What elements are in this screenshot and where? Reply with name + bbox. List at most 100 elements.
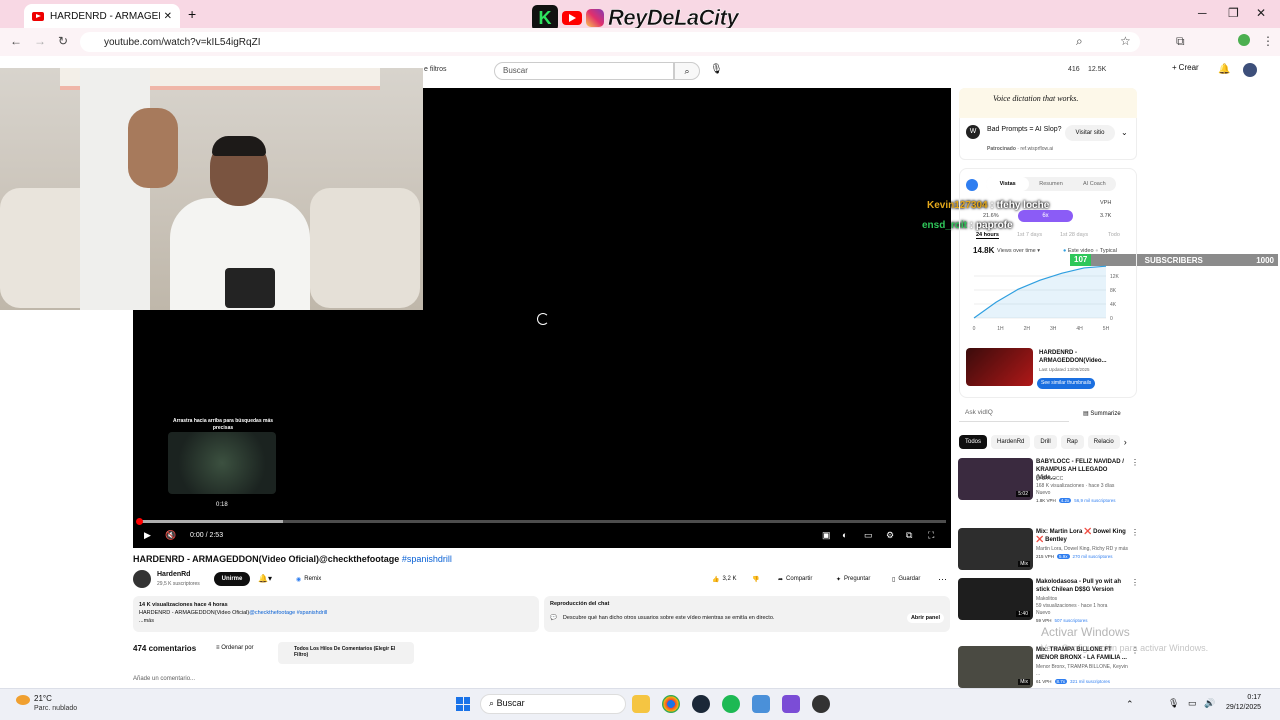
open-panel-button[interactable]: Abrir panel xyxy=(906,613,944,623)
settings-gear-icon[interactable]: ⚙ xyxy=(886,530,894,541)
rec-more-icon[interactable]: ⋮ xyxy=(1131,458,1139,467)
chip-todos[interactable]: Todos xyxy=(959,435,988,449)
autoplay-toggle-icon[interactable]: ◐ xyxy=(842,530,847,540)
bookmark-star-icon[interactable]: ☆ xyxy=(1120,34,1131,48)
file-explorer-icon[interactable] xyxy=(632,695,650,713)
maximize-icon[interactable]: ❐ xyxy=(1228,6,1239,20)
loading-spinner-icon xyxy=(537,313,549,325)
similar-thumbnails-button[interactable]: See similar thumbnails xyxy=(1037,378,1096,389)
chevron-down-icon[interactable]: ⌄ xyxy=(1121,128,1128,137)
play-icon[interactable]: ▶ xyxy=(144,530,151,541)
tab-resumen[interactable]: Resumen xyxy=(1029,177,1072,191)
url-field[interactable]: youtube.com/watch?v=kIL54igRqZI xyxy=(80,32,1140,52)
profile-avatar[interactable] xyxy=(1238,34,1250,46)
notifications-bell-icon[interactable]: 🔔 xyxy=(1218,64,1230,75)
miniplayer-icon[interactable]: ⧉ xyxy=(906,530,912,541)
ask-button[interactable]: ✦ Preguntar xyxy=(830,572,876,586)
progress-scrubber-knob[interactable] xyxy=(136,518,143,525)
chip-drill[interactable]: Drill xyxy=(1034,435,1057,449)
rec-thumbnail[interactable]: Mix xyxy=(958,646,1033,688)
save-button[interactable]: ▯ Guardar xyxy=(886,572,926,586)
vpn-app-icon[interactable] xyxy=(782,695,800,713)
start-windows-icon[interactable] xyxy=(456,697,470,711)
zoom-icon[interactable]: ⌕ xyxy=(1076,34,1083,49)
related-thumbnail[interactable] xyxy=(966,348,1033,386)
create-button[interactable]: + Crear xyxy=(1172,63,1199,72)
browser-tab[interactable]: HARDENRD - ARMAGEDDON(Vi ✕ xyxy=(24,4,180,28)
header-stat-a: 416 xyxy=(1068,66,1080,73)
reload-icon[interactable]: ↻ xyxy=(58,34,68,48)
channel-avatar[interactable] xyxy=(133,570,151,588)
close-tab-icon[interactable]: ✕ xyxy=(164,11,172,22)
like-button[interactable]: 👍 3,2 K xyxy=(706,572,743,586)
back-icon[interactable]: ← xyxy=(10,34,22,48)
join-button[interactable]: Unirme xyxy=(214,572,250,586)
tab-vistas[interactable]: Vistas xyxy=(986,177,1030,191)
mic-icon[interactable]: 🎙 xyxy=(710,64,723,75)
rec-title[interactable]: Makolodasosa - Pull yo wit ah stick Chil… xyxy=(1036,578,1128,594)
filters-label[interactable]: e filtros xyxy=(424,66,447,73)
progress-bar[interactable] xyxy=(138,520,946,523)
share-button[interactable]: ➦ Compartir xyxy=(772,572,818,586)
add-comment-input[interactable]: Añade un comentario... xyxy=(133,676,195,682)
chips-next-icon[interactable]: › xyxy=(1124,435,1127,449)
chip-hardenrd[interactable]: HardenRd xyxy=(991,435,1031,449)
rec-more-icon[interactable]: ⋮ xyxy=(1131,578,1139,587)
chip-rap[interactable]: Rap xyxy=(1060,435,1084,449)
taskbar-clock[interactable]: 0:17 29/12/2025 xyxy=(1226,693,1261,713)
menu-dots-icon[interactable]: ⋮ xyxy=(1262,34,1274,48)
volume-icon[interactable]: 🔊 xyxy=(1204,698,1215,709)
dislike-button[interactable]: 👎 xyxy=(746,572,765,586)
description-link[interactable]: @checkthefootage #spanishdrill xyxy=(249,610,327,616)
search-icon: ⌕ xyxy=(684,66,690,76)
visit-site-button[interactable]: Visitar sitio xyxy=(1065,125,1115,141)
ad-banner[interactable]: Voice dictation that works. xyxy=(959,88,1137,118)
video-hashtag[interactable]: #spanishdrill xyxy=(402,554,452,564)
mute-icon[interactable]: 🔇 xyxy=(165,530,176,541)
views-over-time-select[interactable]: Views over time ▾ xyxy=(997,248,1040,254)
search-button[interactable]: ⌕ xyxy=(674,62,700,80)
remix-button[interactable]: ◉ Remix xyxy=(290,572,327,586)
minimize-icon[interactable]: ─ xyxy=(1198,6,1207,20)
period-24h[interactable]: 24 hours xyxy=(976,232,999,239)
vidiq-player-icon[interactable]: ▣ xyxy=(822,530,831,541)
account-avatar[interactable] xyxy=(1243,63,1257,77)
extensions-icon[interactable]: ⧉ xyxy=(1176,34,1185,49)
taskbar-search[interactable]: ⌕ Buscar xyxy=(480,694,626,714)
rec-thumbnail[interactable]: 5:02 xyxy=(958,458,1033,500)
show-more-link[interactable]: ...más xyxy=(139,617,533,625)
chip-relacionados[interactable]: Relacio xyxy=(1087,435,1120,449)
notification-bell-icon[interactable]: 🔔▾ xyxy=(258,574,272,583)
search-input[interactable]: Buscar xyxy=(494,62,674,80)
rec-more-icon[interactable]: ⋮ xyxy=(1131,528,1139,537)
obs-icon[interactable] xyxy=(812,695,830,713)
weather-icon[interactable] xyxy=(16,695,30,705)
rec-thumbnail[interactable]: Mix xyxy=(958,528,1033,570)
fullscreen-icon[interactable]: ⛶ xyxy=(928,530,934,541)
more-actions-icon[interactable]: ⋯ xyxy=(938,574,947,585)
channel-name[interactable]: HardenRd xyxy=(157,571,190,578)
spotify-icon[interactable] xyxy=(722,695,740,713)
rec-thumbnail[interactable]: 1:40 xyxy=(958,578,1033,620)
network-icon[interactable]: ▭ xyxy=(1188,698,1197,709)
description-box[interactable]: 14 K visualizaciones hace 4 horas HARDEN… xyxy=(133,596,539,632)
notepad-icon[interactable] xyxy=(752,695,770,713)
new-tab-icon[interactable]: + xyxy=(188,6,196,22)
chrome-icon[interactable] xyxy=(662,695,680,713)
forward-icon[interactable]: → xyxy=(34,34,46,48)
rec-title[interactable]: Mix: Martin Lora ❌ Dowel King ❌ Bentley xyxy=(1036,528,1128,544)
ask-vidiq-input[interactable]: Ask vidIQ xyxy=(959,406,1069,422)
period-7d[interactable]: 1st 7 days xyxy=(1017,232,1042,238)
tab-ai-coach[interactable]: AI Coach xyxy=(1073,177,1116,191)
subtitles-icon[interactable]: ▭ xyxy=(864,530,873,541)
comment-filter-select[interactable]: Todos Los Hilos De Comentarios (Elegir E… xyxy=(278,642,414,664)
tray-chevron-icon[interactable]: ⌃ xyxy=(1126,699,1134,710)
sort-button[interactable]: ≡ Ordenar por xyxy=(216,645,254,651)
mic-tray-icon[interactable]: 🎙 xyxy=(1168,698,1179,709)
close-window-icon[interactable]: ✕ xyxy=(1256,6,1266,20)
ad-title[interactable]: Bad Prompts = AI Slop? xyxy=(987,125,1065,134)
steam-icon[interactable] xyxy=(692,695,710,713)
period-all[interactable]: Todo xyxy=(1108,232,1120,238)
summarize-button[interactable]: ▤ Summarize xyxy=(1083,410,1121,417)
period-28d[interactable]: 1st 28 days xyxy=(1060,232,1088,238)
